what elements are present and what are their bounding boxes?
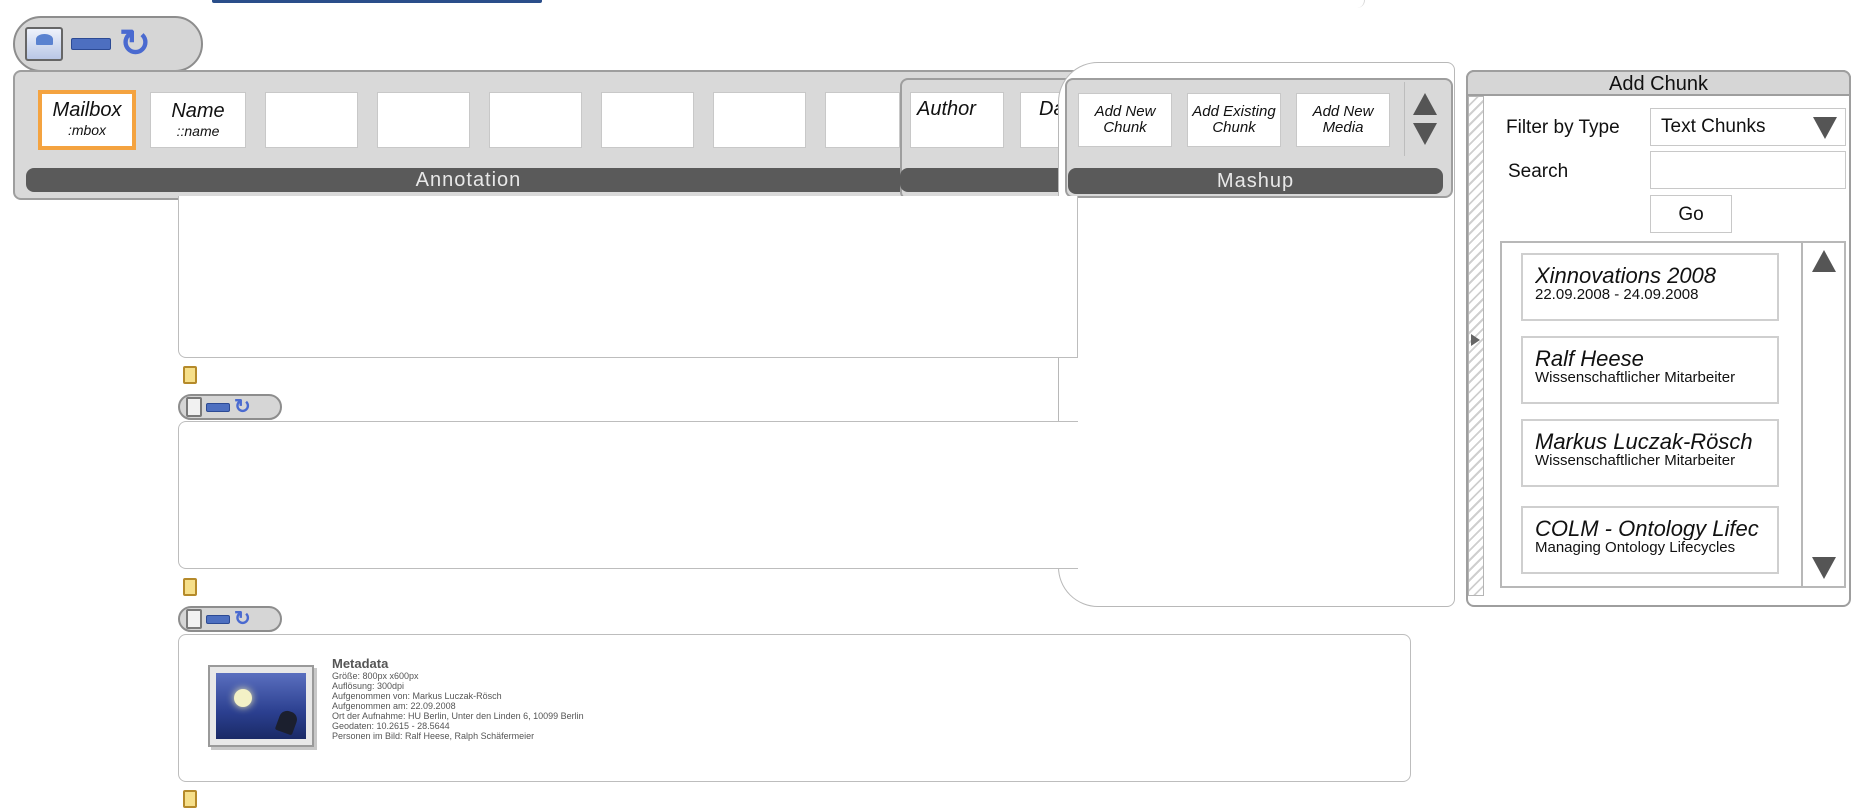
page-title-fragment <box>212 0 542 3</box>
annotation-field-empty[interactable] <box>601 92 694 148</box>
select-value: Text Chunks <box>1661 116 1766 137</box>
add-new-chunk-button[interactable]: Add New Chunk <box>1078 93 1172 147</box>
scroll-up-arrow-icon[interactable] <box>1812 250 1836 272</box>
result-subtitle: 22.09.2008 - 24.09.2008 <box>1535 287 1699 303</box>
chunk-content-box[interactable] <box>178 421 1078 569</box>
search-label: Search <box>1508 161 1569 182</box>
clipboard-icon[interactable] <box>183 578 197 596</box>
scrollbar-divider <box>1801 243 1803 586</box>
filter-type-select[interactable]: Text Chunks <box>1650 108 1846 146</box>
metadata-line: Geodaten: 10.2615 - 28.5644 <box>332 721 450 732</box>
result-item[interactable]: COLM - Ontology Lifec Managing Ontology … <box>1521 506 1779 574</box>
refresh-icon[interactable]: ↻ <box>234 609 251 629</box>
metadata-section-bar <box>900 168 1080 192</box>
chunk-toolbar: ↻ <box>178 606 282 632</box>
field-label: Name <box>171 100 225 122</box>
filter-label: Filter by Type <box>1506 117 1620 138</box>
annotation-field-empty[interactable] <box>265 92 358 148</box>
collapse-dash-icon[interactable] <box>206 402 230 412</box>
mashup-scroll-controls <box>1404 82 1444 156</box>
button-label: Add New Media <box>1312 103 1374 136</box>
add-new-media-button[interactable]: Add New Media <box>1296 93 1390 147</box>
add-chunk-header: Add Chunk <box>1466 70 1851 96</box>
result-title: COLM - Ontology Lifec <box>1535 518 1759 540</box>
main-toolbar: ↻ <box>13 16 203 72</box>
field-label: Mailbox <box>52 99 122 121</box>
clipboard-icon[interactable] <box>183 790 197 808</box>
annotation-field-empty[interactable] <box>377 92 470 148</box>
scroll-up-arrow-icon[interactable] <box>1412 93 1437 115</box>
section-title: Annotation <box>415 169 522 191</box>
metadata-line: Größe: 800px x600px <box>332 671 419 681</box>
collapse-dash-icon[interactable] <box>71 38 111 50</box>
metadata-line: Auflösung: 300dpi <box>332 681 405 692</box>
button-label: Add Existing Chunk <box>1192 103 1276 136</box>
note-icon[interactable] <box>186 397 202 417</box>
result-subtitle: Wissenschaftlicher Mitarbeiter <box>1535 453 1736 469</box>
annotation-field-empty[interactable] <box>713 92 806 148</box>
inbox-icon[interactable] <box>25 27 63 61</box>
mashup-section-bar: Mashup <box>1068 168 1443 194</box>
metadata-line: Ort der Aufnahme: HU Berlin, Unter den L… <box>332 711 584 722</box>
metadata-text: Metadata Größe: 800px x600px Auflösung: … <box>332 656 932 756</box>
metadata-title: Metadata <box>332 656 389 671</box>
result-item[interactable]: Xinnovations 2008 22.09.2008 - 24.09.200… <box>1521 253 1779 321</box>
search-input[interactable] <box>1650 151 1846 189</box>
annotation-field-empty[interactable] <box>489 92 582 148</box>
result-title: Markus Luczak-Rösch <box>1535 431 1753 453</box>
refresh-icon[interactable]: ↻ <box>119 25 151 63</box>
clipboard-icon[interactable] <box>183 366 197 384</box>
annotation-field-empty[interactable] <box>825 92 900 148</box>
result-title: Xinnovations 2008 <box>1535 265 1717 287</box>
scroll-down-arrow-icon[interactable] <box>1812 557 1836 579</box>
result-subtitle: Managing Ontology Lifecycles <box>1535 540 1736 556</box>
image-thumbnail[interactable] <box>208 665 314 747</box>
result-title: Ralf Heese <box>1535 348 1644 370</box>
annotation-field-mailbox[interactable]: Mailbox :mbox <box>38 90 136 150</box>
chunk-toolbar: ↻ <box>178 394 282 420</box>
field-sub: :mbox <box>67 122 107 138</box>
expand-arrow-icon[interactable] <box>1471 334 1480 346</box>
section-title: Mashup <box>1216 170 1295 192</box>
scroll-down-arrow-icon[interactable] <box>1412 123 1437 145</box>
result-item[interactable]: Markus Luczak-Rösch Wissenschaftlicher M… <box>1521 419 1779 487</box>
field-label: Author <box>917 98 976 120</box>
button-label: Add New Chunk <box>1094 103 1156 136</box>
chevron-down-icon[interactable] <box>1813 117 1837 139</box>
metadata-line: Aufgenommen von: Markus Luczak-Rösch <box>332 691 502 702</box>
author-field[interactable]: Author <box>910 92 1004 148</box>
refresh-icon[interactable]: ↻ <box>234 397 251 417</box>
field-sub: ::name <box>176 123 220 139</box>
panel-resize-handle[interactable] <box>1468 96 1484 596</box>
annotation-field-name[interactable]: Name ::name <box>150 92 246 148</box>
button-label: Go <box>1678 204 1704 225</box>
chunk-content-box[interactable] <box>178 196 1078 358</box>
go-button[interactable]: Go <box>1650 195 1732 233</box>
metadata-line: Personen im Bild: Ralf Heese, Ralph Schä… <box>332 731 535 742</box>
result-subtitle: Wissenschaftlicher Mitarbeiter <box>1535 370 1736 386</box>
note-icon[interactable] <box>186 609 202 629</box>
panel-title: Add Chunk <box>1609 73 1708 95</box>
result-item[interactable]: Ralf Heese Wissenschaftlicher Mitarbeite… <box>1521 336 1779 404</box>
annotation-section-bar: Annotation <box>26 168 911 192</box>
collapse-dash-icon[interactable] <box>206 614 230 624</box>
add-existing-chunk-button[interactable]: Add Existing Chunk <box>1187 93 1281 147</box>
metadata-line: Aufgenommen am: 22.09.2008 <box>332 701 456 712</box>
